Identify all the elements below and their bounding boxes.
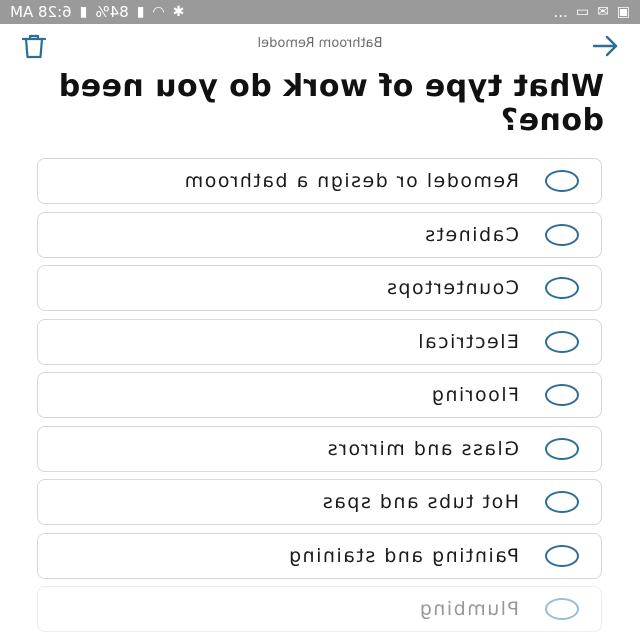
- option-label: Cabinets: [423, 223, 519, 246]
- message-icon: ▭: [575, 4, 590, 20]
- option-label: Flooring: [430, 384, 519, 406]
- option-flooring[interactable]: Flooring: [37, 372, 602, 418]
- option-label: Painting and staining: [287, 544, 519, 567]
- option-cabinets[interactable]: Cabinets: [37, 211, 602, 258]
- radio-button[interactable]: [545, 330, 579, 353]
- option-label: Plumbing: [418, 598, 519, 620]
- option-label: Remodel or design a bathroom: [183, 170, 519, 192]
- option-painting[interactable]: Painting and staining: [37, 532, 602, 579]
- status-time: 6:28 AM: [10, 3, 72, 21]
- trash-icon: [21, 34, 47, 59]
- status-left: ▣ ✉ ▭ ...: [553, 3, 630, 21]
- sim-icon: ▣: [616, 4, 630, 20]
- option-label: Electrical: [416, 330, 519, 353]
- battery-percent: 84%: [95, 3, 129, 21]
- option-countertops[interactable]: Countertops: [37, 265, 602, 311]
- option-label: Countertops: [385, 277, 519, 299]
- radio-button[interactable]: [545, 223, 579, 246]
- radio-button[interactable]: [545, 544, 579, 567]
- delete-button[interactable]: [20, 32, 48, 60]
- option-hot-tubs[interactable]: Hot tubs and spas: [37, 479, 602, 525]
- option-remodel[interactable]: Remodel or design a bathroom: [37, 158, 602, 204]
- bluetooth-icon: ✱: [172, 4, 185, 20]
- radio-button[interactable]: [545, 598, 579, 620]
- radio-button[interactable]: [545, 277, 579, 299]
- options-list: Remodel or design a bathroom Cabinets Co…: [37, 158, 602, 640]
- status-right: ✱ ◠ ▮ 84% ▮ 6:28 AM: [10, 3, 184, 21]
- option-label: Glass and mirrors: [326, 437, 519, 460]
- battery-icon: ▮: [79, 4, 88, 20]
- status-dots: ...: [553, 3, 568, 21]
- option-label: Hot tubs and spas: [321, 491, 519, 513]
- option-glass-mirrors[interactable]: Glass and mirrors: [37, 425, 602, 472]
- wifi-icon: ◠: [152, 4, 165, 20]
- radio-button[interactable]: [545, 437, 579, 460]
- app-screen: ▣ ✉ ▭ ... ✱ ◠ ▮ 84% ▮ 6:28 AM Bathroom R…: [0, 0, 640, 640]
- header-title: Bathroom Remodel: [257, 36, 383, 51]
- radio-button[interactable]: [545, 491, 579, 513]
- question-heading: What type of work do you need done?: [58, 69, 604, 138]
- header: Bathroom Remodel: [0, 24, 640, 68]
- radio-button[interactable]: [545, 170, 579, 192]
- signal-icon: ▮: [136, 4, 145, 20]
- option-plumbing[interactable]: Plumbing: [37, 586, 602, 632]
- radio-button[interactable]: [545, 384, 579, 406]
- status-bar: ▣ ✉ ▭ ... ✱ ◠ ▮ 84% ▮ 6:28 AM: [0, 0, 640, 24]
- option-electrical[interactable]: Electrical: [37, 318, 602, 365]
- mail-icon: ✉: [597, 4, 609, 20]
